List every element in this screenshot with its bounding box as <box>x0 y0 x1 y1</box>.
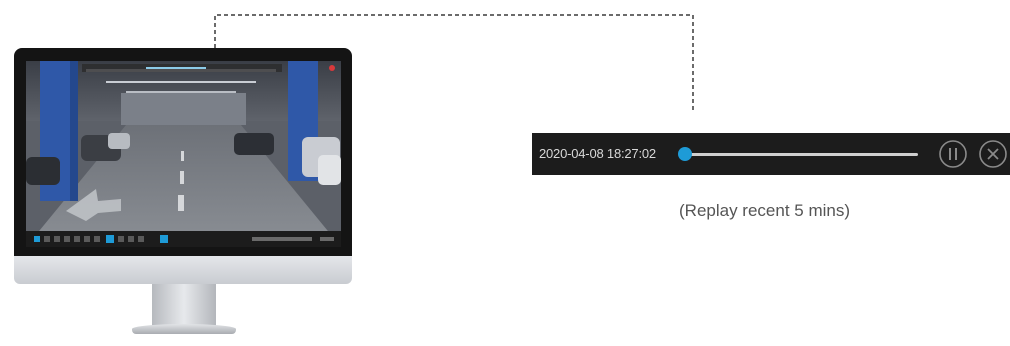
close-button[interactable] <box>978 139 1008 169</box>
playback-timestamp: 2020-04-08 18:27:02 <box>539 146 656 161</box>
monitor-screen <box>26 61 341 247</box>
pause-button[interactable] <box>938 139 968 169</box>
monitor-bezel <box>14 48 352 256</box>
illustration-stage: 2020-04-08 18:27:02 (Replay recent 5 min… <box>0 0 1010 346</box>
monitor <box>14 48 352 338</box>
playback-progress-handle[interactable] <box>678 147 692 161</box>
monitor-chin <box>14 256 352 284</box>
playback-bar: 2020-04-08 18:27:02 <box>532 133 1010 175</box>
close-circle-icon <box>979 140 1007 168</box>
playback-progress-track[interactable] <box>684 153 918 156</box>
pause-circle-icon <box>939 140 967 168</box>
monitor-base <box>132 324 236 334</box>
monitor-stand <box>152 284 216 326</box>
garage-camera-view <box>26 61 341 247</box>
replay-caption: (Replay recent 5 mins) <box>679 201 851 220</box>
